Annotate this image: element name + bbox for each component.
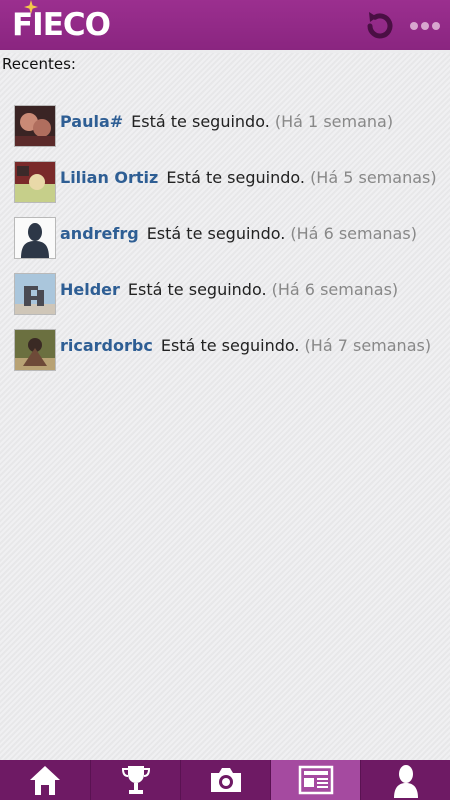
camera-icon	[210, 768, 241, 792]
activity-feed: Paula# Está te seguindo. (Há 1 semana) Li…	[14, 105, 444, 385]
trophy-icon	[121, 766, 150, 794]
tab-home[interactable]	[0, 760, 90, 800]
list-item[interactable]: Helder Está te seguindo. (Há 6 semanas)	[14, 273, 444, 329]
avatar[interactable]	[14, 273, 56, 315]
timestamp: (Há 6 semanas)	[290, 224, 417, 243]
overflow-menu-button[interactable]	[410, 18, 446, 34]
tab-profile[interactable]	[360, 760, 450, 800]
menu-dot-icon	[432, 22, 440, 30]
app-logo: FIECO	[12, 7, 111, 43]
timestamp: (Há 7 semanas)	[304, 336, 432, 355]
activity-text: Está te seguindo.	[127, 280, 267, 299]
timestamp: (Há 6 semanas)	[271, 280, 399, 299]
tab-camera[interactable]	[180, 760, 270, 800]
news-feed-icon	[298, 765, 333, 795]
main-content: Recentes: Paula# Está te seguindo. (Há 1 …	[0, 53, 450, 760]
list-item[interactable]: Paula# Está te seguindo. (Há 1 semana)	[14, 105, 444, 161]
tab-ranking[interactable]	[90, 760, 180, 800]
activity-text: Está te seguindo.	[160, 336, 300, 355]
home-icon	[30, 766, 60, 795]
list-item[interactable]: Lilian Ortiz Está te seguindo. (Há 5 sema…	[14, 161, 444, 217]
default-user-icon	[15, 218, 55, 258]
app-header: FIECO	[0, 0, 450, 50]
avatar[interactable]	[14, 105, 56, 147]
avatar[interactable]	[14, 217, 56, 259]
username-link[interactable]: andrefrg	[60, 224, 139, 243]
username-link[interactable]: Helder	[60, 280, 120, 299]
bottom-navigation	[0, 760, 450, 800]
username-link[interactable]: ricardorbc	[60, 336, 153, 355]
avatar[interactable]	[14, 161, 56, 203]
refresh-icon	[367, 12, 393, 39]
username-link[interactable]: Paula#	[60, 112, 123, 131]
activity-text: Está te seguindo.	[166, 168, 305, 187]
activity-text: Está te seguindo.	[131, 112, 270, 131]
refresh-button[interactable]	[362, 8, 398, 44]
list-item[interactable]: andrefrg Está te seguindo. (Há 6 semanas)	[14, 217, 444, 273]
list-item[interactable]: ricardorbc Está te seguindo. (Há 7 semana…	[14, 329, 444, 385]
timestamp: (Há 1 semana)	[274, 112, 394, 131]
avatar[interactable]	[14, 329, 56, 371]
section-title: Recentes:	[2, 55, 76, 73]
username-link[interactable]: Lilian Ortiz	[60, 168, 158, 187]
activity-text: Está te seguindo.	[146, 224, 286, 243]
menu-dot-icon	[410, 22, 418, 30]
timestamp: (Há 5 semanas)	[310, 168, 437, 187]
tab-feed[interactable]	[270, 760, 360, 800]
menu-dot-icon	[421, 22, 429, 30]
profile-icon	[393, 765, 418, 798]
